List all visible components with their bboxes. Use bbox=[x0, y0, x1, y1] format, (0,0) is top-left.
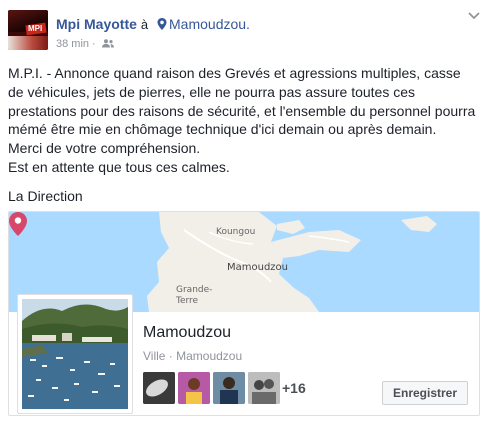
map-label-grande-terre: Grande- Terre bbox=[176, 285, 213, 306]
visitor-avatar[interactable] bbox=[248, 372, 280, 404]
map-label-mamoudzou: Mamoudzou bbox=[227, 262, 289, 273]
post-signature: La Direction bbox=[8, 187, 83, 204]
place-link[interactable]: Mamoudzou. bbox=[169, 16, 250, 32]
visitor-avatar[interactable] bbox=[143, 372, 175, 404]
timestamp[interactable]: 38 min bbox=[56, 38, 89, 50]
place-photo-frame[interactable] bbox=[17, 294, 133, 414]
post-message: M.P.I. - Annonce quand raison des Grevés… bbox=[8, 65, 476, 175]
page-name-link[interactable]: Mpi Mayotte bbox=[56, 16, 137, 32]
more-visitors-count[interactable]: +16 bbox=[282, 380, 306, 396]
place-photo bbox=[22, 299, 128, 409]
visitor-avatar[interactable] bbox=[178, 372, 210, 404]
meta-separator: · bbox=[92, 38, 96, 50]
location-pin-icon bbox=[157, 18, 167, 30]
post-body: M.P.I. - Annonce quand raison des Grevés… bbox=[8, 64, 480, 206]
at-word: à bbox=[140, 17, 149, 32]
post-meta: 38 min · bbox=[56, 38, 114, 50]
chevron-down-icon[interactable] bbox=[468, 12, 480, 20]
place-title[interactable]: Mamoudzou bbox=[143, 324, 231, 342]
map-pin-icon bbox=[9, 212, 27, 236]
map-label-koungou: Koungou bbox=[216, 227, 256, 237]
page-avatar[interactable]: MPI bbox=[8, 10, 48, 50]
audience-friends-icon[interactable] bbox=[101, 39, 114, 48]
post-header: MPI Mpi Mayotte à Mamoudzou. 38 min · bbox=[8, 8, 480, 50]
place-subtitle: Ville · Mamoudzou bbox=[143, 349, 243, 363]
save-place-button[interactable]: Enregistrer bbox=[382, 381, 468, 405]
post-author-line: Mpi Mayotte à Mamoudzou. bbox=[56, 16, 250, 32]
visitor-avatar[interactable] bbox=[213, 372, 245, 404]
place-card[interactable]: Koungou Mamoudzou Grande- Terre Mamoudzo… bbox=[8, 211, 480, 416]
